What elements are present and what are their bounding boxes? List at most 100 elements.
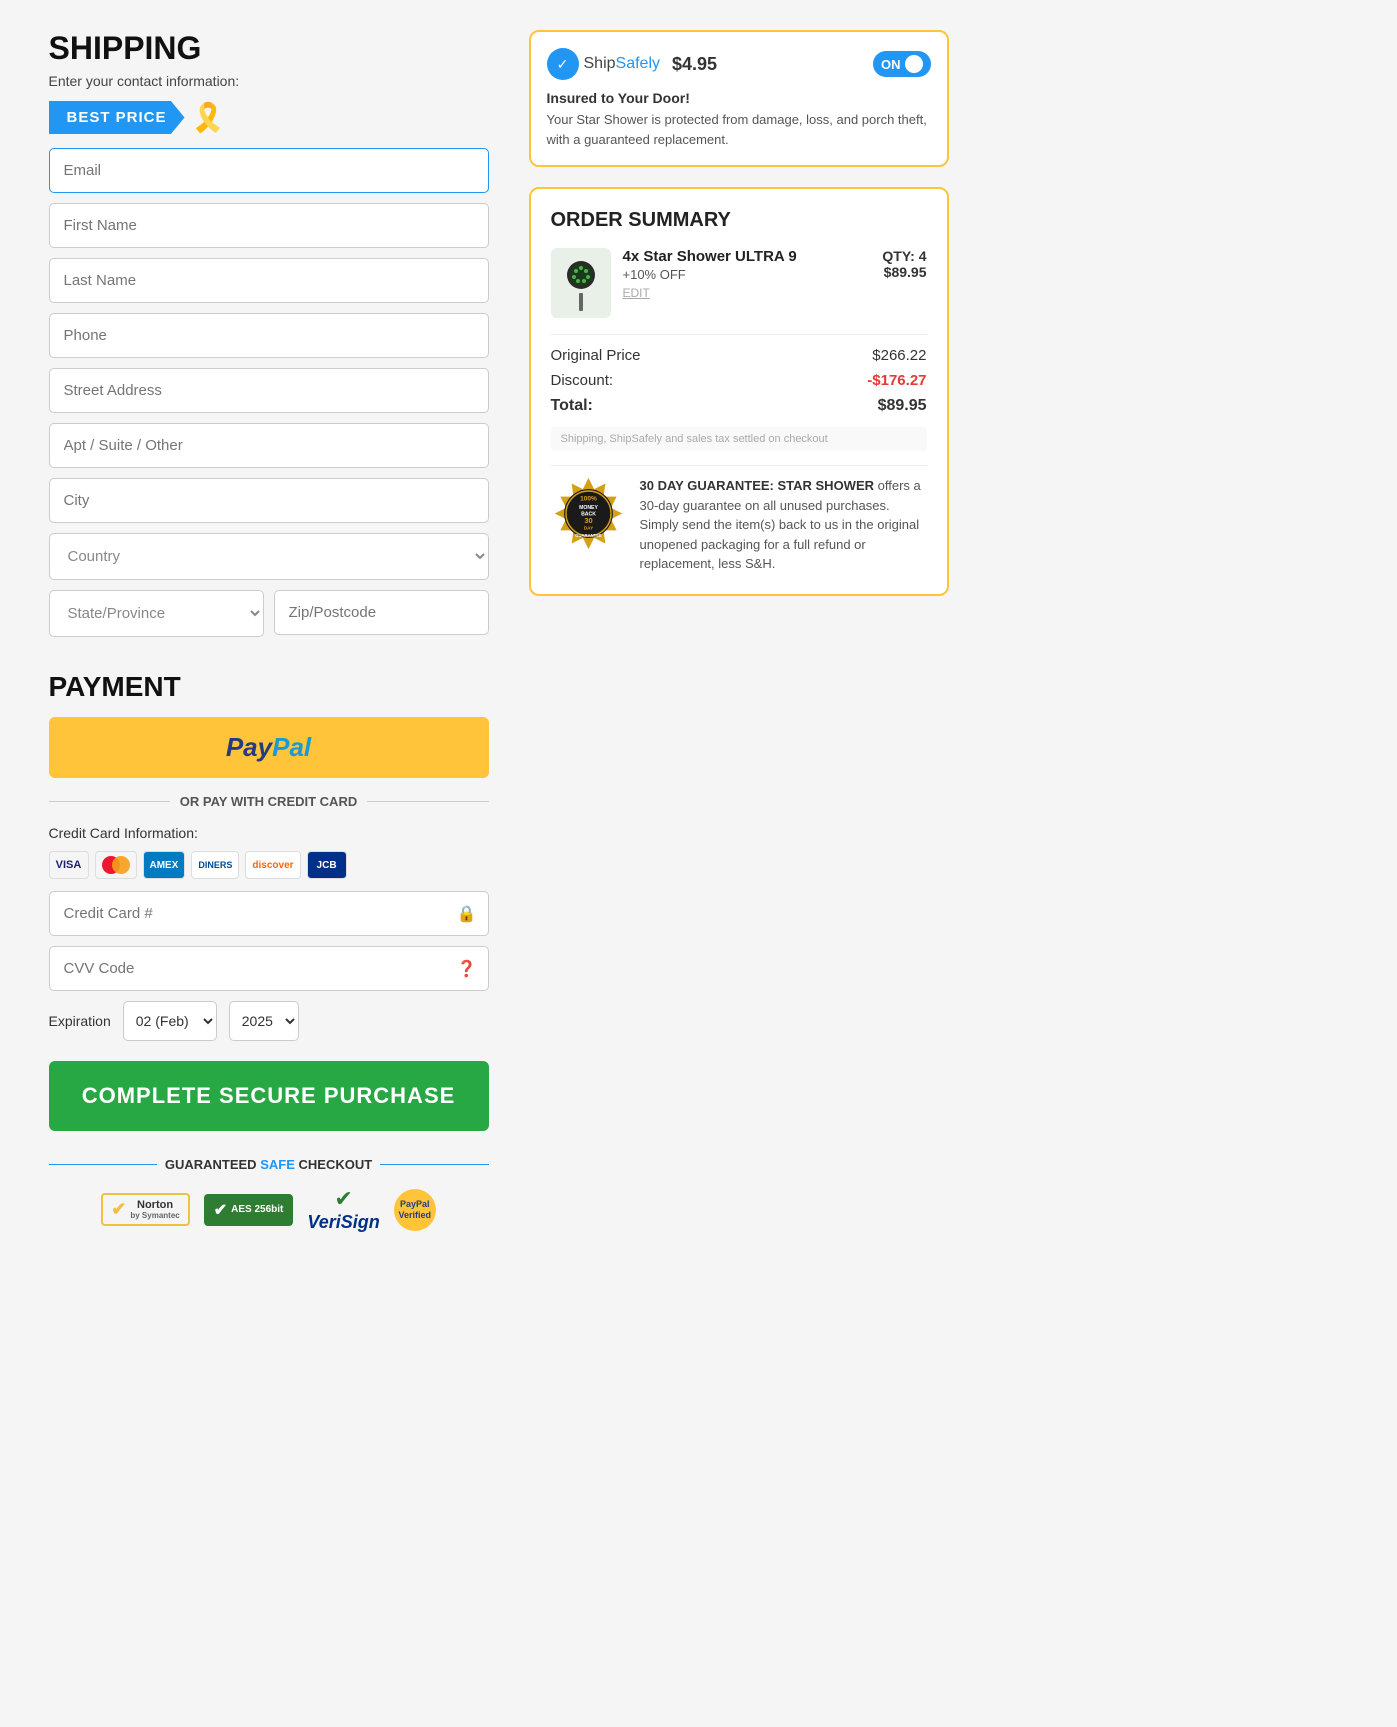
country-group: Country United States Canada United King… (49, 533, 489, 580)
phone-group (49, 313, 489, 358)
credit-card-input[interactable] (49, 891, 489, 936)
expiration-year-select[interactable]: 2025 2024 2026 2027 2028 2029 2030 (229, 1001, 299, 1041)
discover-icon: discover (245, 851, 300, 879)
last-name-input[interactable] (49, 258, 489, 303)
ship-safely-toggle[interactable]: ON (873, 51, 931, 77)
ship-safely-header: ✓ ShipSafely $4.95 ON (547, 48, 931, 80)
email-group (49, 148, 489, 193)
paypal-pay-text: Pay (226, 732, 272, 763)
guarantee-section: 100% MONEY BACK 30 DAY GUARANTEE 30 DAY … (551, 465, 927, 574)
product-image (551, 248, 611, 318)
norton-check-icon: ✔ (111, 1199, 126, 1220)
paypal-verified-text: PayPal Verified (394, 1199, 436, 1221)
paypal-button[interactable]: Pay Pal (49, 717, 489, 778)
mastercard-icon (95, 851, 137, 879)
city-group (49, 478, 489, 523)
order-item-price: $89.95 (882, 264, 926, 280)
amex-icon: AMEX (143, 851, 186, 879)
divider-line-left (49, 801, 170, 802)
shipping-title: SHIPPING (49, 30, 489, 67)
discount-row: Discount: -$176.27 (551, 372, 927, 389)
order-item: 4x Star Shower ULTRA 9 +10% OFF EDIT QTY… (551, 248, 927, 318)
first-name-group (49, 203, 489, 248)
city-input[interactable] (49, 478, 489, 523)
svg-text:30: 30 (584, 516, 592, 525)
guaranteed-divider: GUARANTEED SAFE CHECKOUT (49, 1157, 489, 1172)
street-address-input[interactable] (49, 368, 489, 413)
cc-info-label: Credit Card Information: (49, 825, 489, 841)
order-item-name: 4x Star Shower ULTRA 9 (623, 248, 871, 265)
order-item-edit[interactable]: EDIT (623, 286, 871, 300)
guaranteed-text: GUARANTEED SAFE CHECKOUT (165, 1157, 372, 1172)
paypal-verified-badge: PayPal Verified (394, 1189, 436, 1231)
aes-check-icon: ✔ (214, 1200, 227, 1220)
payment-title: PAYMENT (49, 671, 489, 703)
guaranteed-section: GUARANTEED SAFE CHECKOUT ✔ Norton by Sym… (49, 1157, 489, 1233)
original-price-label: Original Price (551, 347, 641, 364)
trust-badges: ✔ Norton by Symantec ✔ AES 256bit ✔ Veri… (49, 1186, 489, 1233)
last-name-group (49, 258, 489, 303)
state-select[interactable]: State/Province California New York Texas (49, 590, 264, 637)
order-totals: Original Price $266.22 Discount: -$176.2… (551, 334, 927, 415)
state-zip-row: State/Province California New York Texas (49, 590, 489, 647)
country-select[interactable]: Country United States Canada United King… (49, 533, 489, 580)
state-group: State/Province California New York Texas (49, 590, 264, 637)
complete-purchase-button[interactable]: COMPLETE SECURE PURCHASE (49, 1061, 489, 1131)
guarantee-badge: 100% MONEY BACK 30 DAY GUARANTEE (551, 476, 626, 551)
divider-line-right (367, 801, 488, 802)
guarantee-title: 30 DAY GUARANTEE: STAR SHOWER (640, 478, 875, 493)
cvv-input[interactable] (49, 946, 489, 991)
toggle-circle (905, 55, 923, 73)
cvv-group: ❓ (49, 946, 489, 991)
order-item-discount-label: +10% OFF (623, 267, 871, 282)
total-value: $89.95 (878, 397, 927, 415)
verisign-label: VeriSign (307, 1212, 379, 1233)
guaranteed-safe-text: SAFE (260, 1157, 295, 1172)
zip-group (274, 590, 489, 637)
visa-icon: VISA (49, 851, 89, 879)
ship-name: ShipSafely (584, 55, 661, 73)
verisign-check-icon: ✔ (334, 1186, 352, 1212)
ship-text: Ship (584, 55, 616, 72)
expiration-label: Expiration (49, 1013, 111, 1029)
verisign-badge: ✔ VeriSign (307, 1186, 379, 1233)
ribbon-bow-icon: 🎗️ (191, 101, 226, 134)
email-input[interactable] (49, 148, 489, 193)
paypal-pal-text: Pal (272, 732, 311, 763)
original-price-value: $266.22 (872, 347, 926, 364)
lock-icon: 🔒 (457, 904, 477, 924)
norton-label: Norton (130, 1199, 179, 1211)
help-icon: ❓ (457, 959, 477, 979)
expiration-month-select[interactable]: 02 (Feb) 01 (Jan) 03 (Mar) 04 (Apr) 05 (… (123, 1001, 217, 1041)
best-price-ribbon: BEST PRICE (49, 101, 185, 134)
discount-label: Discount: (551, 372, 614, 389)
zip-input[interactable] (274, 590, 489, 635)
order-item-qty-price: QTY: 4 $89.95 (882, 248, 926, 280)
left-column: SHIPPING Enter your contact information:… (49, 30, 489, 1233)
guaranteed-line-left (49, 1164, 157, 1165)
guaranteed-line-right (380, 1164, 488, 1165)
order-summary-title: ORDER SUMMARY (551, 209, 927, 232)
safely-text: Safely (616, 55, 660, 72)
guaranteed-label-end: CHECKOUT (299, 1157, 373, 1172)
right-column: ✓ ShipSafely $4.95 ON Insured to Your Do… (529, 30, 949, 596)
order-item-details: 4x Star Shower ULTRA 9 +10% OFF EDIT (623, 248, 871, 300)
svg-text:DAY: DAY (583, 525, 593, 530)
ship-safely-box: ✓ ShipSafely $4.95 ON Insured to Your Do… (529, 30, 949, 167)
expiration-row: Expiration 02 (Feb) 01 (Jan) 03 (Mar) 04… (49, 1001, 489, 1041)
aes-label: AES 256bit (231, 1204, 283, 1215)
norton-sub-label: by Symantec (130, 1211, 179, 1220)
svg-text:GUARANTEE: GUARANTEE (575, 533, 602, 538)
tax-note: Shipping, ShipSafely and sales tax settl… (551, 427, 927, 451)
phone-input[interactable] (49, 313, 489, 358)
apt-input[interactable] (49, 423, 489, 468)
first-name-input[interactable] (49, 203, 489, 248)
svg-text:100%: 100% (580, 495, 597, 502)
order-item-qty: QTY: 4 (882, 248, 926, 264)
product-svg-icon (556, 253, 606, 313)
toggle-on-label: ON (881, 57, 901, 72)
card-icons: VISA AMEX DINERS discover JCB (49, 851, 489, 879)
guaranteed-label-start: GUARANTEED (165, 1157, 257, 1172)
ship-safely-desc-title: Insured to Your Door! (547, 90, 931, 106)
aes-badge: ✔ AES 256bit (204, 1194, 294, 1226)
